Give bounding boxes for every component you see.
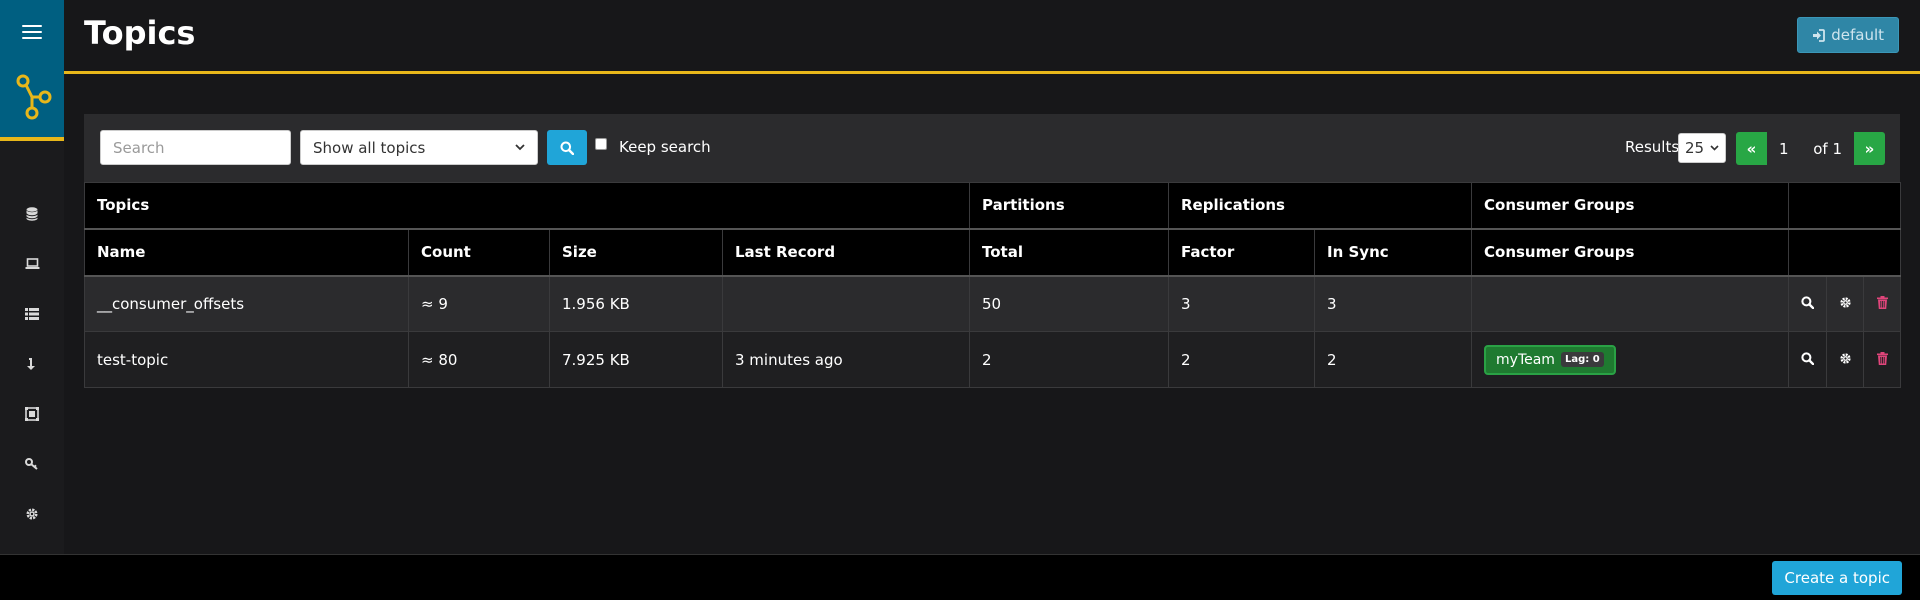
group-header-replications: Replications	[1167, 182, 1473, 229]
table-row[interactable]: __consumer_offsets ≈ 9 1.956 KB 50 3 3	[84, 275, 1902, 332]
gear-icon[interactable]	[22, 504, 42, 524]
consumer-group-name: myTeam	[1496, 351, 1555, 368]
search-button[interactable]	[547, 130, 587, 165]
consumer-groups-cell	[1471, 275, 1790, 332]
trash-icon	[1876, 351, 1888, 365]
topic-size: 7.925 KB	[549, 331, 723, 388]
pagination-total: of 1	[1813, 139, 1842, 158]
pagination: « 1 of 1 »	[1736, 132, 1885, 165]
delete-topic-button[interactable]	[1863, 331, 1902, 388]
group-header-partitions: Partitions	[969, 182, 1169, 229]
page-footer: Create a topic	[0, 554, 1920, 600]
topics-table: Topics Partitions Replications Consumer …	[84, 182, 1902, 388]
lag-badge: Lag: 0	[1560, 352, 1604, 367]
column-header-consumer-groups[interactable]: Consumer Groups	[1471, 227, 1790, 277]
cluster-button-label: default	[1831, 26, 1884, 44]
topic-filter-value: Show all topics	[313, 138, 426, 157]
topic-count: ≈ 9	[408, 275, 550, 332]
download-arrow-icon[interactable]	[22, 354, 42, 374]
column-header-in-sync[interactable]: In Sync	[1313, 227, 1473, 277]
key-icon[interactable]	[22, 454, 42, 474]
pagination-current-page[interactable]: 1	[1779, 140, 1789, 158]
gear-icon	[1839, 297, 1851, 308]
topic-last-record: 3 minutes ago	[722, 331, 970, 388]
column-header-row: Name Count Size Last Record Total Factor…	[84, 227, 1902, 277]
configure-topic-button[interactable]	[1826, 331, 1865, 388]
topic-name[interactable]: __consumer_offsets	[84, 275, 409, 332]
view-topic-button[interactable]	[1788, 331, 1828, 388]
create-topic-button[interactable]: Create a topic	[1772, 561, 1902, 595]
search-toolbar: Show all topics Keep search Results 25 «…	[84, 114, 1900, 182]
pagination-prev-button[interactable]: «	[1736, 132, 1767, 165]
pagination-next-button[interactable]: »	[1854, 132, 1885, 165]
logo[interactable]	[15, 72, 55, 124]
list-icon[interactable]	[22, 304, 42, 324]
column-header-actions	[1788, 227, 1902, 277]
sign-in-icon	[1813, 28, 1826, 42]
topic-name[interactable]: test-topic	[84, 331, 409, 388]
keep-search-label: Keep search	[619, 138, 711, 156]
search-icon	[560, 141, 574, 155]
column-header-size[interactable]: Size	[549, 227, 723, 277]
cluster-button[interactable]: default	[1797, 17, 1899, 53]
replication-in-sync: 2	[1313, 331, 1473, 388]
page-title: Topics	[84, 14, 196, 52]
trash-icon	[1876, 295, 1888, 309]
column-header-count[interactable]: Count	[408, 227, 550, 277]
menu-toggle-icon[interactable]	[22, 25, 42, 39]
configure-topic-button[interactable]	[1826, 275, 1865, 332]
replication-factor: 2	[1168, 331, 1315, 388]
view-topic-button[interactable]	[1788, 275, 1828, 332]
column-header-factor[interactable]: Factor	[1168, 227, 1315, 277]
group-header-topics: Topics	[84, 182, 970, 229]
group-header-consumer-groups: Consumer Groups	[1471, 182, 1790, 229]
replication-factor: 3	[1168, 275, 1315, 332]
consumer-group-badge[interactable]: myTeam Lag: 0	[1484, 344, 1616, 375]
chevron-down-icon	[1710, 145, 1719, 151]
database-icon[interactable]	[22, 204, 42, 224]
search-icon	[1801, 296, 1815, 310]
sidebar-brand	[0, 0, 64, 141]
page-header: Topics default	[64, 0, 1920, 74]
results-per-page-select[interactable]: 25	[1678, 133, 1726, 163]
topic-size: 1.956 KB	[549, 275, 723, 332]
partitions-total: 50	[969, 275, 1169, 332]
sidebar	[0, 0, 64, 554]
table-row[interactable]: test-topic ≈ 80 7.925 KB 3 minutes ago 2…	[84, 331, 1902, 388]
gear-icon	[1839, 352, 1851, 364]
search-icon	[1801, 351, 1815, 365]
consumer-groups-cell: myTeam Lag: 0	[1471, 331, 1790, 388]
pagination-status: 1 of 1	[1767, 132, 1854, 165]
column-header-last-record[interactable]: Last Record	[722, 227, 970, 277]
delete-topic-button[interactable]	[1863, 275, 1902, 332]
schema-icon[interactable]	[22, 404, 42, 424]
topic-filter-select[interactable]: Show all topics	[300, 130, 538, 165]
laptop-icon[interactable]	[22, 254, 42, 274]
results-label: Results	[1625, 138, 1680, 156]
results-per-page-value: 25	[1685, 139, 1705, 157]
replication-in-sync: 3	[1313, 275, 1473, 332]
topic-last-record	[722, 275, 970, 332]
search-input[interactable]	[100, 130, 291, 165]
group-header-row: Topics Partitions Replications Consumer …	[84, 182, 1902, 229]
partitions-total: 2	[969, 331, 1169, 388]
column-header-name[interactable]: Name	[84, 227, 409, 277]
column-header-total[interactable]: Total	[969, 227, 1169, 277]
topic-count: ≈ 80	[408, 331, 550, 388]
group-header-actions	[1788, 182, 1902, 229]
chevron-down-icon	[515, 144, 525, 151]
keep-search-checkbox[interactable]	[595, 138, 607, 150]
